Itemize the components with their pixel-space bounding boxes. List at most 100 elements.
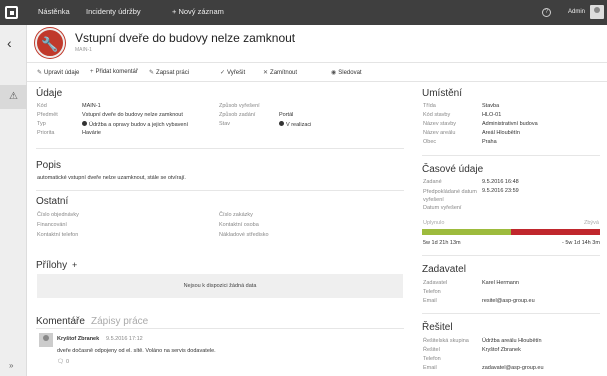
expected-date-label: Předpokládané datum vyřešení <box>423 189 477 203</box>
follow-button[interactable]: ◉ Sledovat <box>331 69 362 76</box>
time-progress-bar <box>422 229 600 235</box>
requester-title: Zadavatel <box>422 264 466 275</box>
class-value: Stavba <box>482 103 500 109</box>
back-arrow-icon[interactable]: ‹ <box>7 35 12 51</box>
description-text: automatické vstupní dveře nelze uzamknou… <box>37 175 186 181</box>
timing-title: Časové údaje <box>422 164 484 175</box>
page-title: Vstupní dveře do budovy nelze zamknout <box>75 31 296 45</box>
divider <box>422 313 600 314</box>
subject-label: Předmět <box>37 112 58 118</box>
entered-value: 9.5.2016 16:48 <box>482 179 519 185</box>
help-icon[interactable]: ? <box>542 8 551 17</box>
nav-dashboard[interactable]: Nástěnka <box>38 7 70 16</box>
divider <box>36 190 404 191</box>
expected-date-value: 9.5.2016 23:59 <box>482 188 519 194</box>
solver-group-label: Řešitelská skupina <box>423 338 469 344</box>
requester-phone-label: Telefon <box>423 289 441 295</box>
nav-new-record[interactable]: + Nový záznam <box>172 7 224 16</box>
entered-label: Zadané <box>423 179 442 185</box>
top-bar: Nástěnka Incidenty údržby + Nový záznam … <box>0 0 607 25</box>
log-work-button[interactable]: ✎ Zapsat práci <box>149 69 189 76</box>
tab-work-log[interactable]: Zápisy práce <box>91 316 148 327</box>
order-number-label: Číslo objednávky <box>37 212 79 218</box>
cost-center-label: Nákladové středisko <box>219 232 269 238</box>
divider <box>36 328 404 329</box>
state-text: V realizaci <box>286 122 312 128</box>
contact-person-label: Kontaktní osoba <box>219 222 259 228</box>
reject-button[interactable]: ✕ Zamítnout <box>263 69 297 76</box>
solver-title: Řešitel <box>422 322 453 333</box>
requester-value[interactable]: Karel Hermann <box>482 280 519 286</box>
code-value: MAIN-1 <box>82 103 101 109</box>
wrench-icon: 🔧 <box>35 28 65 58</box>
municipality-value: Praha <box>482 139 497 145</box>
divider <box>422 155 600 156</box>
remaining-value: - 5w 1d 14h 3m <box>562 240 600 246</box>
contact-phone-label: Kontaktní telefon <box>37 232 79 238</box>
resolution-method-label: Způsob vyřešení <box>219 103 260 109</box>
comment-reply-icon[interactable]: 🗨 <box>57 359 64 365</box>
avatar[interactable] <box>590 5 604 19</box>
code-label: Kód <box>37 103 47 109</box>
contract-number-label: Číslo zakázky <box>219 212 253 218</box>
overdue-bar <box>511 229 600 235</box>
class-label: Třída <box>423 103 436 109</box>
description-title: Popis <box>36 160 62 171</box>
type-text: Údržba a opravy budov a jejich vybavení <box>89 122 189 128</box>
check-icon: ✓ <box>220 70 226 76</box>
type-value: Údržba a opravy budov a jejich vybavení <box>82 121 188 128</box>
app-logo-icon[interactable] <box>5 6 18 19</box>
comment-text: dveře dočasně odpojeny od el. sítě. Volá… <box>57 348 216 354</box>
priority-value: Havárie <box>82 130 101 136</box>
comment-author[interactable]: Kryštof Zbranek <box>57 336 99 342</box>
nav-incidents[interactable]: Incidenty údržby <box>86 7 141 16</box>
add-comment-button-label: Přidat komentář <box>95 69 138 75</box>
edit-button[interactable]: ✎ Upravit údaje <box>37 69 79 76</box>
solver-value[interactable]: Kryštof Zbranek <box>482 347 521 353</box>
area-name-label: Název areálu <box>423 130 456 136</box>
requester-email-value[interactable]: resitel@asp-group.eu <box>482 298 535 304</box>
pencil-icon: ✎ <box>37 70 43 76</box>
building-code-value: HLO-01 <box>482 112 502 118</box>
location-title: Umístění <box>422 88 463 99</box>
state-label: Stav <box>219 121 231 127</box>
requester-email-label: Email <box>423 298 437 304</box>
solver-group-value[interactable]: Údržba areálu Hloubětín <box>482 338 542 344</box>
solver-email-label: Email <box>423 365 437 371</box>
resolved-date-label: Datum vyřešení <box>423 205 462 211</box>
solver-phone-label: Telefon <box>423 356 441 362</box>
solver-email-value[interactable]: zadavatel@asp-group.eu <box>482 365 544 371</box>
building-code-label: Kód stavby <box>423 112 451 118</box>
resolve-button-label: Vyřešit <box>227 70 246 76</box>
tab-comments[interactable]: Komentáře <box>36 316 85 327</box>
follow-button-label: Sledovat <box>338 70 362 76</box>
divider <box>36 148 404 149</box>
building-name-label: Název stavby <box>423 121 457 127</box>
edit-button-label: Upravit údaje <box>44 70 80 76</box>
warning-icon[interactable]: ⚠ <box>0 85 27 109</box>
add-attachment-button[interactable]: + <box>72 260 77 270</box>
user-name[interactable]: Admin <box>568 9 585 15</box>
log-work-button-label: Zapsat práci <box>156 70 190 76</box>
pencil-icon: ✎ <box>149 70 155 76</box>
entry-method-value: Portál <box>279 112 294 118</box>
other-title: Ostatní <box>36 196 69 207</box>
comment-likes[interactable]: 0 <box>66 359 69 365</box>
expand-icon[interactable]: » <box>9 361 13 370</box>
add-comment-button[interactable]: + Přidat komentář <box>90 69 138 75</box>
plus-icon: + <box>90 69 94 75</box>
resolve-button[interactable]: ✓ Vyřešit <box>220 69 245 76</box>
elapsed-label: Uplynulo <box>423 220 445 226</box>
priority-label: Priorita <box>37 130 55 136</box>
type-label: Typ <box>37 121 46 127</box>
financing-label: Financování <box>37 222 67 228</box>
divider <box>422 255 600 256</box>
attachments-empty: Nejsou k dispozici žádná data <box>37 274 403 298</box>
comment-time: 9.5.2016 17:12 <box>106 336 143 342</box>
subject-value: Vstupní dveře do budovy nelze zamknout <box>82 112 183 118</box>
elapsed-value: 5w 1d 21h 13m <box>423 240 461 246</box>
eye-icon: ◉ <box>331 70 337 76</box>
avatar <box>39 333 53 347</box>
solver-label: Řešitel <box>423 347 440 353</box>
clock-icon <box>279 121 284 126</box>
